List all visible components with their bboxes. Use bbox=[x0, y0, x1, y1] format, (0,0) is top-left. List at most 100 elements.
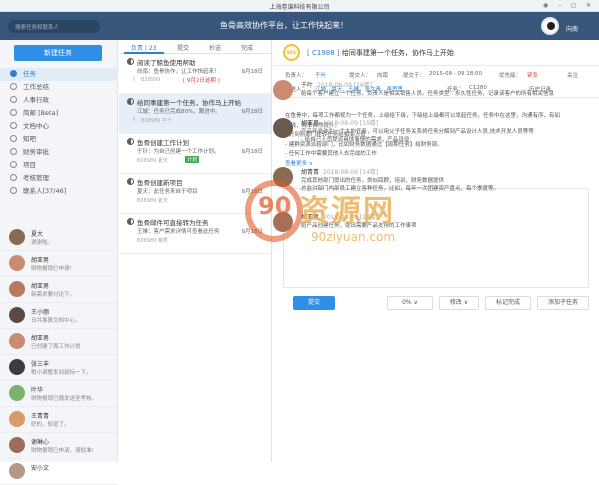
contact-message: 好的，知道了。 bbox=[31, 422, 70, 428]
sidebar-item-8[interactable]: 考核管理 bbox=[0, 172, 118, 185]
sidebar-item-9[interactable]: 联系人[37/46] bbox=[0, 185, 118, 198]
sidebar-item-4[interactable]: 文档中心 bbox=[0, 120, 118, 133]
task-title: 阅读了鲸鱼使用帮助 bbox=[137, 59, 196, 67]
menu-icon bbox=[10, 161, 17, 168]
task-desc: 江城：任务已完成80%，跟进中。 bbox=[137, 109, 221, 115]
new-task-button[interactable]: 新建任务 bbox=[14, 45, 102, 61]
avatar bbox=[9, 307, 25, 323]
sidebar-item-label: 财务审批 bbox=[23, 148, 49, 156]
contact-name: 叶华 bbox=[31, 387, 44, 394]
time-label: 提交于： bbox=[403, 73, 426, 79]
comment-text: 给每个客户建立一个任务，负责人是相关销售人员。任务类型 - 永久性任务，记录该客… bbox=[301, 91, 554, 97]
tab-cc[interactable]: 抄送 bbox=[209, 43, 221, 52]
contact-name: 安小文 bbox=[31, 465, 50, 472]
menu-icon bbox=[10, 83, 17, 90]
contact-item[interactable]: 夏大 谢谢啦。 bbox=[0, 225, 118, 251]
contact-item[interactable]: 张三丰 稍小调整发到鼠标一下。 bbox=[0, 355, 118, 381]
sidebar-item-label: 联系人[37/46] bbox=[23, 187, 67, 195]
contact-name: 夏大 bbox=[31, 231, 44, 238]
edit-dropdown[interactable]: 修改 ∨ bbox=[439, 296, 479, 310]
sidebar-item-2[interactable]: 人事行政 bbox=[0, 94, 118, 107]
tab-done[interactable]: 完成 bbox=[241, 43, 253, 52]
contact-message: 财物报销已申请，请批准! bbox=[31, 448, 94, 454]
progress-dropdown[interactable]: 0% ∨ bbox=[387, 296, 433, 310]
menu-icon bbox=[10, 70, 17, 77]
contact-item[interactable]: 安小文 bbox=[0, 459, 118, 485]
task-item[interactable]: 给同事建第一个任务，协作马上开始 江城：任务已完成80%，跟进中。 9月18日 B38… bbox=[119, 94, 271, 134]
contact-name: 王小丽 bbox=[31, 309, 50, 316]
task-date: 9月18日 bbox=[241, 149, 264, 155]
menu-icon bbox=[10, 148, 17, 155]
sidebar-item-label: 项目 bbox=[23, 161, 36, 169]
task-id: B38989 夏天 bbox=[137, 158, 168, 164]
contact-message: 稍小调整发到鼠标一下。 bbox=[31, 370, 92, 376]
commenter-avatar[interactable] bbox=[273, 118, 293, 138]
contact-item[interactable]: 胡亚男已创建了周工作计划 bbox=[0, 329, 118, 355]
comment-time: 2018-08-09 [14楼] bbox=[323, 169, 379, 176]
user-name[interactable]: 向南 bbox=[566, 24, 578, 33]
comment-time: 2018-08-09 [15楼] bbox=[323, 120, 379, 127]
slogan: 鱼骨高效协作平台，让工作快起来！ bbox=[220, 21, 348, 30]
contact-name: 胡亚男 bbox=[31, 335, 50, 342]
time-value: 2015-08 - 09 18:00 bbox=[429, 71, 483, 77]
detail-header: 80% [ C1988 ] 给同事建第一个任务，协作马上开始 bbox=[273, 40, 599, 66]
follow-button[interactable]: 关注 bbox=[567, 71, 578, 79]
mark-done-button[interactable]: 标记完成 bbox=[485, 296, 531, 310]
task-item[interactable]: 阅读了鲸鱼使用帮助 向南：鱼骨协作，让工作快起来！ 9月18日 B38999! [ 9月… bbox=[119, 54, 271, 94]
task-status-icon bbox=[127, 98, 134, 105]
contact-item[interactable]: 王小丽 日共事算文档中心。 bbox=[0, 303, 118, 329]
task-title: 鱼骨创建工作计划 bbox=[137, 139, 189, 147]
sidebar-item-3[interactable]: 简邮 [Beta] bbox=[0, 107, 118, 120]
contact-item[interactable]: 胡亚男 新需求要讨论下。 bbox=[0, 277, 118, 303]
submit-button[interactable]: 提交 bbox=[293, 296, 335, 310]
comment-text: 产品开发作为一个大的任务，可以用父子任务关系将任务分解到产品设计人员,技术开发人… bbox=[301, 129, 534, 143]
contact-item[interactable]: 叶华 财物报销已播发送至考核。 bbox=[0, 381, 118, 407]
task-title: 鱼骨创建新项目 bbox=[137, 179, 183, 187]
action-bar: 提交 0% ∨ 修改 ∨ 标记完成 添加子任务 bbox=[283, 293, 589, 313]
sidebar-item-1[interactable]: 工作总结 bbox=[0, 81, 118, 94]
contact-message: 财物报销已申请! bbox=[31, 266, 72, 272]
watermark: 资源网 90ziyuan.com bbox=[245, 180, 425, 260]
contact-item[interactable]: 谢琳心 财物报销已申请，请批准! bbox=[0, 433, 118, 459]
contact-item[interactable]: 胡亚男 财物报销已申请! bbox=[0, 251, 118, 277]
tab-responsible[interactable]: 负责 | 23 bbox=[131, 43, 156, 52]
priority-value[interactable]: 紧急 bbox=[527, 71, 538, 79]
submitter-label: 提交人： bbox=[349, 73, 372, 79]
task-desc: 于针：为自己创建一个工作计划。 bbox=[137, 149, 220, 155]
title-bar: 上海卷谱科技有限公司 ◉ – ◻ ✕ bbox=[0, 0, 599, 12]
contact-item[interactable]: 王青青 好的，知道了。 bbox=[0, 407, 118, 433]
sidebar-item-7[interactable]: 项目 bbox=[0, 159, 118, 172]
sidebar-item-label: 文档中心 bbox=[23, 122, 49, 130]
task-id: B38989 不十 bbox=[141, 118, 172, 124]
menu-icon bbox=[10, 122, 17, 129]
contact-message: 已创建了周工作计划 bbox=[31, 344, 81, 350]
task-status-icon bbox=[127, 138, 134, 145]
commenter-avatar[interactable] bbox=[273, 80, 293, 100]
window-controls[interactable]: ◉ – ◻ ✕ bbox=[543, 2, 595, 9]
task-desc: 王琳：客户需求详情可查看此任务 bbox=[137, 229, 220, 235]
avatar bbox=[9, 229, 25, 245]
menu-icon bbox=[10, 187, 17, 194]
user-avatar[interactable] bbox=[541, 17, 559, 35]
sidebar-item-6[interactable]: 财务审批 bbox=[0, 146, 118, 159]
commenter-name: 胡亚男 2018-08-09 [15楼] bbox=[301, 118, 378, 127]
search-input[interactable]: 搜索任务和联系人 bbox=[8, 20, 100, 33]
name: 千叶 bbox=[301, 82, 314, 89]
tab-submitted[interactable]: 提交 bbox=[177, 43, 189, 52]
sidebar-menu: 任务 工作总结 人事行政 简邮 [Beta] 文档中心知吧财务审批项目考核管理联系人[3… bbox=[0, 68, 118, 198]
sidebar-item-label: 考核管理 bbox=[23, 174, 49, 182]
owner-label: 负责人： bbox=[285, 73, 308, 79]
task-title: 给同事建第一个任务，协作马上开始 bbox=[137, 99, 241, 107]
contact-name: 胡亚男 bbox=[31, 283, 50, 290]
owner-value[interactable]: 千叶 bbox=[315, 71, 326, 79]
task-status-icon bbox=[127, 58, 134, 65]
description-line: - 任何工作中需要其他人去完成的工作 bbox=[285, 151, 377, 157]
add-subtask-button[interactable]: 添加子任务 bbox=[537, 296, 589, 310]
sidebar-item-0[interactable]: 任务 bbox=[0, 68, 118, 81]
menu-icon bbox=[10, 109, 17, 116]
sidebar-item-5[interactable]: 知吧 bbox=[0, 133, 118, 146]
submitter-value: 向南 bbox=[377, 73, 389, 79]
commenter-name: 胡青青 2018-08-09 [14楼] bbox=[301, 167, 378, 176]
task-item[interactable]: 鱼骨创建工作计划 于针：为自己创建一个工作计划。 9月18日 B38989 夏天 计划 bbox=[119, 134, 271, 174]
menu-icon bbox=[10, 96, 17, 103]
